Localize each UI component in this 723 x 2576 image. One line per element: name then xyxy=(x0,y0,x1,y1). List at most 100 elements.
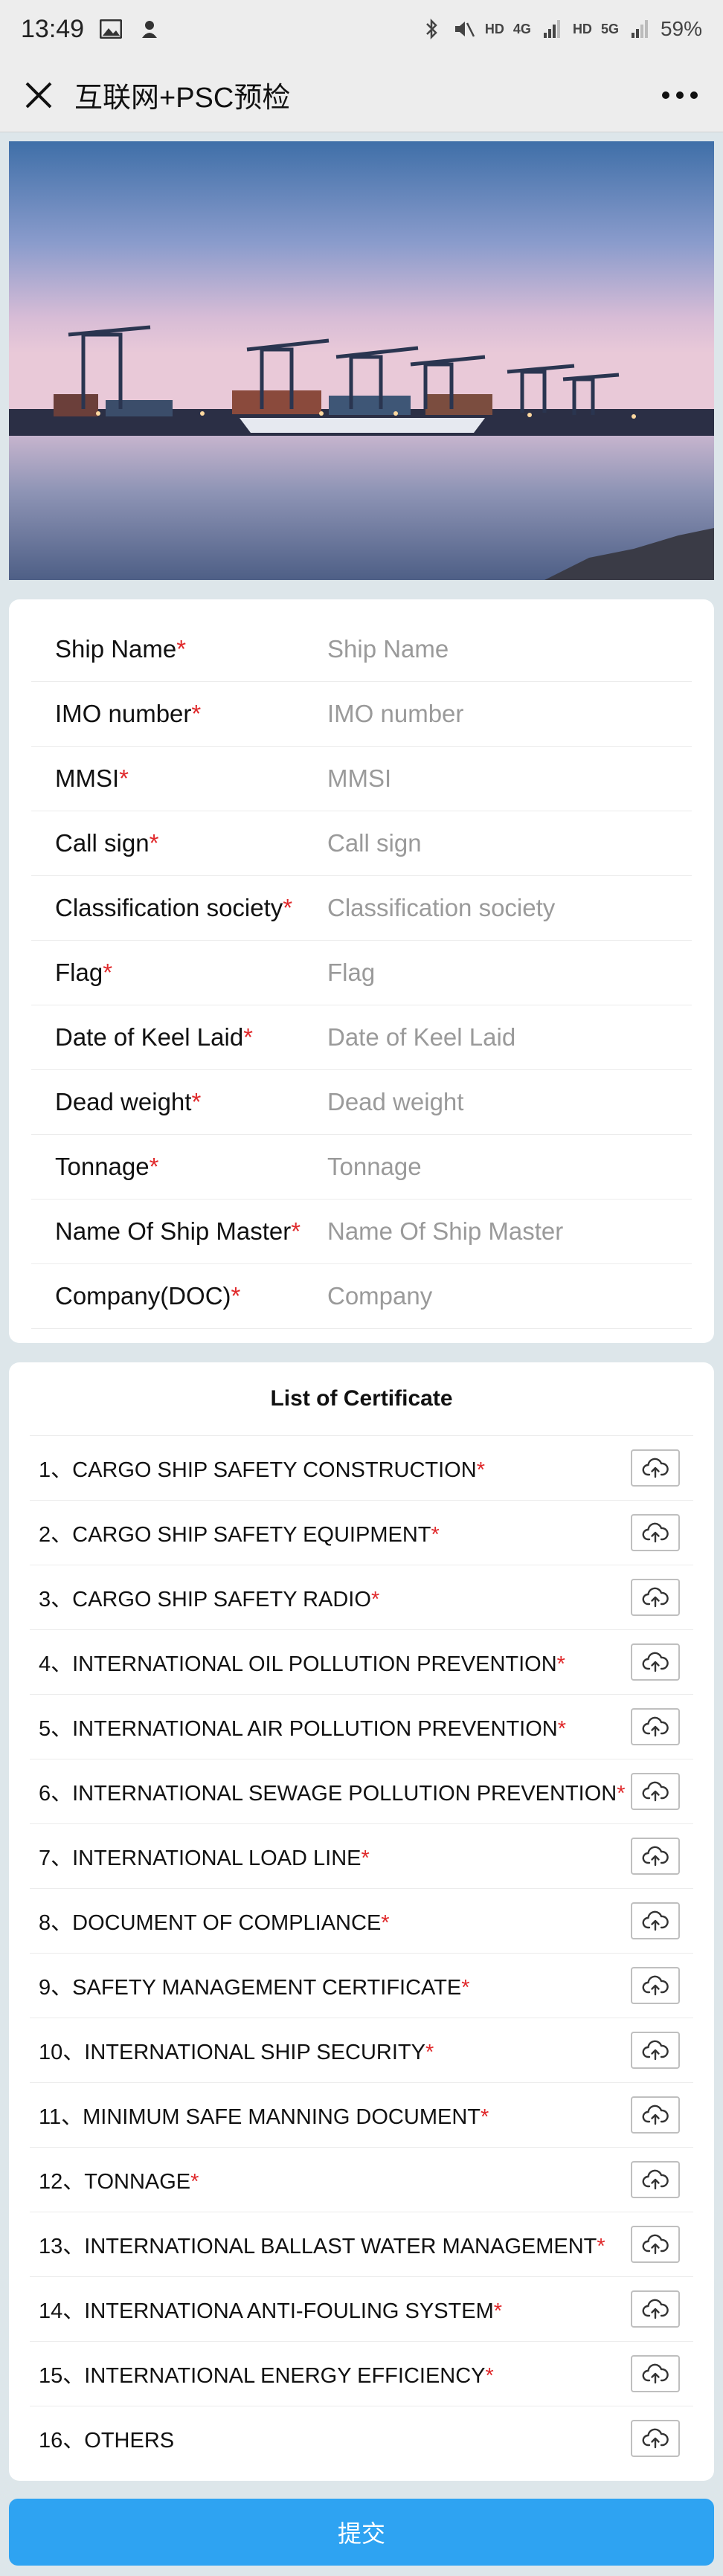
certificate-name: 4、INTERNATIONAL OIL POLLUTION PREVENTION xyxy=(39,1652,557,1676)
form-row: Date of Keel Laid* xyxy=(31,1005,692,1070)
required-mark: * xyxy=(597,2235,605,2258)
required-mark: * xyxy=(381,1911,390,1935)
required-mark: * xyxy=(191,700,202,727)
certificate-name: 7、INTERNATIONAL LOAD LINE xyxy=(39,1846,362,1870)
upload-button[interactable] xyxy=(631,1579,680,1616)
required-mark: * xyxy=(425,2041,434,2064)
field-input[interactable] xyxy=(327,764,692,793)
upload-button[interactable] xyxy=(631,2096,680,2134)
field-label: Name Of Ship Master* xyxy=(55,1217,327,1246)
cloud-upload-icon xyxy=(642,2040,669,2061)
hd-indicator-1: HD xyxy=(484,21,504,36)
more-button[interactable] xyxy=(658,77,702,113)
close-icon xyxy=(25,82,52,108)
certificate-label: 15、INTERNATIONAL ENERGY EFFICIENCY* xyxy=(39,2358,631,2389)
certificate-row: 15、INTERNATIONAL ENERGY EFFICIENCY* xyxy=(30,2342,693,2406)
signal-icon-2 xyxy=(628,19,652,39)
certificate-label: 11、MINIMUM SAFE MANNING DOCUMENT* xyxy=(39,2099,631,2131)
required-mark: * xyxy=(176,635,187,663)
page-title: 互联网+PSC预检 xyxy=(74,83,291,114)
field-input[interactable] xyxy=(327,635,692,663)
field-label-text: Call sign xyxy=(55,829,150,857)
upload-button[interactable] xyxy=(631,1902,680,1939)
field-input[interactable] xyxy=(327,829,692,857)
cloud-upload-icon xyxy=(642,2234,669,2255)
upload-button[interactable] xyxy=(631,1449,680,1487)
certificate-name: 8、DOCUMENT OF COMPLIANCE xyxy=(39,1911,382,1935)
required-mark: * xyxy=(361,1846,370,1870)
certificate-label: 12、TONNAGE* xyxy=(39,2164,631,2195)
upload-button[interactable] xyxy=(631,2161,680,2198)
upload-button[interactable] xyxy=(631,2420,680,2457)
certificate-label: 3、CARGO SHIP SAFETY RADIO* xyxy=(39,1582,631,1613)
upload-button[interactable] xyxy=(631,2032,680,2069)
certificate-name: 14、INTERNATIONA ANTI-FOULING SYSTEM xyxy=(39,2299,494,2323)
required-mark: * xyxy=(480,2105,489,2129)
gallery-icon xyxy=(99,19,123,39)
required-mark: * xyxy=(461,1976,470,2000)
field-label-text: Tonnage xyxy=(55,1153,150,1180)
field-label-text: Name Of Ship Master xyxy=(55,1217,292,1245)
upload-button[interactable] xyxy=(631,1967,680,2004)
certificate-row: 2、CARGO SHIP SAFETY EQUIPMENT* xyxy=(30,1501,693,1565)
submit-button[interactable]: 提交 xyxy=(9,2499,714,2566)
field-input[interactable] xyxy=(327,1023,692,1052)
field-input[interactable] xyxy=(327,894,692,922)
required-mark: * xyxy=(103,959,113,986)
cloud-upload-icon xyxy=(642,1716,669,1737)
certificate-row: 1、CARGO SHIP SAFETY CONSTRUCTION* xyxy=(30,1436,693,1501)
required-mark: * xyxy=(149,1153,159,1180)
cloud-upload-icon xyxy=(642,1587,669,1608)
certificate-label: 9、SAFETY MANAGEMENT CERTIFICATE* xyxy=(39,1970,631,2001)
required-mark: * xyxy=(190,2170,199,2194)
cloud-upload-icon xyxy=(642,2428,669,2449)
field-label-text: IMO number xyxy=(55,700,192,727)
field-label-text: Company(DOC) xyxy=(55,1282,231,1310)
certificate-row: 7、INTERNATIONAL LOAD LINE* xyxy=(30,1824,693,1889)
certificate-row: 8、DOCUMENT OF COMPLIANCE* xyxy=(30,1889,693,1954)
cloud-upload-icon xyxy=(642,2169,669,2190)
certificate-row: 9、SAFETY MANAGEMENT CERTIFICATE* xyxy=(30,1954,693,2018)
certificate-label: 10、INTERNATIONAL SHIP SECURITY* xyxy=(39,2035,631,2066)
upload-button[interactable] xyxy=(631,1708,680,1745)
field-label-text: Date of Keel Laid xyxy=(55,1023,244,1051)
upload-button[interactable] xyxy=(631,2226,680,2263)
field-label: Classification society* xyxy=(55,894,327,922)
certificate-name: 1、CARGO SHIP SAFETY CONSTRUCTION xyxy=(39,1458,477,1482)
field-label: Tonnage* xyxy=(55,1153,327,1181)
field-label: IMO number* xyxy=(55,700,327,728)
field-input[interactable] xyxy=(327,1217,692,1246)
required-mark: * xyxy=(556,1652,565,1676)
certificate-label: 2、CARGO SHIP SAFETY EQUIPMENT* xyxy=(39,1517,631,1548)
hero-image xyxy=(9,141,714,580)
field-input[interactable] xyxy=(327,700,692,728)
field-label: Call sign* xyxy=(55,829,327,857)
upload-button[interactable] xyxy=(631,1773,680,1810)
certificate-name: 12、TONNAGE xyxy=(39,2170,191,2194)
status-bar: 13:49 HD 4G HD 5G 59% xyxy=(0,0,723,58)
required-mark: * xyxy=(370,1588,380,1611)
certificate-name: 15、INTERNATIONAL ENERGY EFFICIENCY xyxy=(39,2364,486,2388)
status-time: 13:49 xyxy=(21,14,85,43)
certificate-label: 14、INTERNATIONA ANTI-FOULING SYSTEM* xyxy=(39,2293,631,2325)
form-row: Ship Name* xyxy=(31,617,692,682)
upload-button[interactable] xyxy=(631,1838,680,1875)
form-row: Flag* xyxy=(31,941,692,1005)
field-input[interactable] xyxy=(327,1088,692,1116)
form-row: Company(DOC)* xyxy=(31,1264,692,1329)
upload-button[interactable] xyxy=(631,1643,680,1681)
certificate-name: 2、CARGO SHIP SAFETY EQUIPMENT xyxy=(39,1523,431,1547)
required-mark: * xyxy=(617,1782,626,1806)
close-button[interactable] xyxy=(21,77,57,113)
upload-button[interactable] xyxy=(631,2290,680,2328)
field-input[interactable] xyxy=(327,1153,692,1181)
field-input[interactable] xyxy=(327,1282,692,1310)
upload-button[interactable] xyxy=(631,2355,680,2392)
cloud-upload-icon xyxy=(642,1975,669,1996)
certificate-name: 10、INTERNATIONAL SHIP SECURITY xyxy=(39,2041,425,2064)
status-bar-right: HD 4G HD 5G 59% xyxy=(420,17,702,41)
upload-button[interactable] xyxy=(631,1514,680,1551)
field-input[interactable] xyxy=(327,959,692,987)
signal-icon-1 xyxy=(540,19,564,39)
field-label: Dead weight* xyxy=(55,1088,327,1116)
